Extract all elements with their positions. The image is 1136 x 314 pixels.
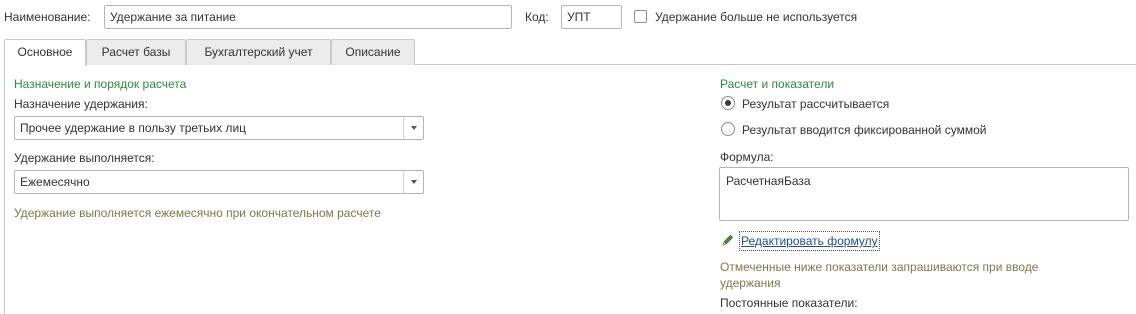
purpose-dropdown-button[interactable]	[403, 117, 423, 139]
schedule-label: Удержание выполняется:	[14, 151, 155, 165]
tab-main[interactable]: Основное	[4, 39, 86, 66]
schedule-note: Удержание выполняется ежемесячно при око…	[14, 206, 381, 220]
right-section-title: Расчет и показатели	[720, 77, 835, 91]
purpose-label: Назначение удержания:	[14, 97, 148, 111]
not-used-checkbox[interactable]	[634, 10, 647, 23]
tab-base-calculation[interactable]: Расчет базы	[86, 39, 186, 65]
code-label: Код:	[525, 10, 549, 24]
chevron-down-icon	[411, 180, 417, 184]
panel-left-border	[4, 64, 5, 314]
schedule-dropdown-button[interactable]	[403, 171, 423, 193]
formula-label: Формула:	[720, 150, 774, 164]
left-section-title: Назначение и порядок расчета	[14, 77, 187, 91]
tab-description[interactable]: Описание	[331, 39, 415, 65]
chevron-down-icon	[411, 126, 417, 130]
formula-field[interactable]: РасчетнаяБаза	[719, 167, 1129, 221]
purpose-select-value: Прочее удержание в пользу третьих лиц	[20, 121, 247, 135]
not-used-label: Удержание больше не используется	[655, 10, 858, 24]
radio-calculated-label: Результат рассчитывается	[742, 97, 890, 111]
name-input[interactable]: Удержание за питание	[104, 5, 512, 29]
radio-fixed[interactable]	[721, 122, 735, 136]
name-label: Наименование:	[4, 10, 91, 24]
indicators-note: Отмеченные ниже показатели запрашиваются…	[720, 260, 1039, 290]
radio-selected-dot	[725, 100, 731, 106]
constant-indicators-label: Постоянные показатели:	[720, 296, 858, 310]
tab-accounting[interactable]: Бухгалтерский учет	[186, 39, 331, 65]
schedule-select-value: Ежемесячно	[20, 175, 90, 189]
pencil-icon[interactable]	[721, 233, 735, 247]
code-input[interactable]: УПТ	[561, 5, 622, 29]
formula-value: РасчетнаяБаза	[726, 174, 811, 188]
edit-formula-link[interactable]: Редактировать формулу	[739, 231, 880, 251]
purpose-select[interactable]: Прочее удержание в пользу третьих лиц	[14, 116, 424, 140]
radio-fixed-label: Результат вводится фиксированной суммой	[742, 123, 987, 137]
radio-calculated[interactable]	[721, 96, 735, 110]
schedule-select[interactable]: Ежемесячно	[14, 170, 424, 194]
